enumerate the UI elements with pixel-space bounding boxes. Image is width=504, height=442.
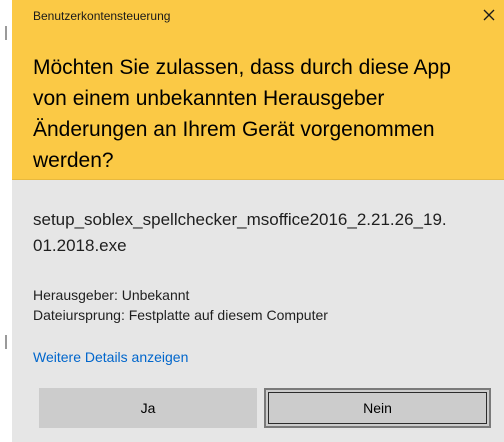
focus-ring — [268, 392, 487, 424]
yes-button[interactable]: Ja — [39, 388, 257, 428]
background-window-edge-mark — [5, 335, 7, 349]
publisher-text: Herausgeber: Unbekannt — [33, 287, 190, 303]
more-details-link[interactable]: Weitere Details anzeigen — [33, 349, 188, 365]
program-info: Herausgeber: Unbekannt Dateiursprung: Fe… — [33, 285, 328, 325]
no-button[interactable]: Nein — [264, 388, 491, 428]
background-window-edge-mark — [5, 26, 7, 40]
background-window-edge — [0, 0, 12, 442]
dialog-title: Benutzerkontensteuerung — [33, 9, 171, 23]
close-icon — [483, 9, 495, 21]
close-button[interactable] — [474, 0, 504, 30]
file-origin-text: Dateiursprung: Festplatte auf diesem Com… — [33, 307, 328, 323]
elevation-question: Möchten Sie zulassen, dass durch diese A… — [33, 56, 451, 172]
dialog-header: Benutzerkontensteuerung Möchten Sie zula… — [12, 0, 504, 180]
program-filename: setup_soblex_spellchecker_msoffice2016_2… — [33, 210, 447, 255]
